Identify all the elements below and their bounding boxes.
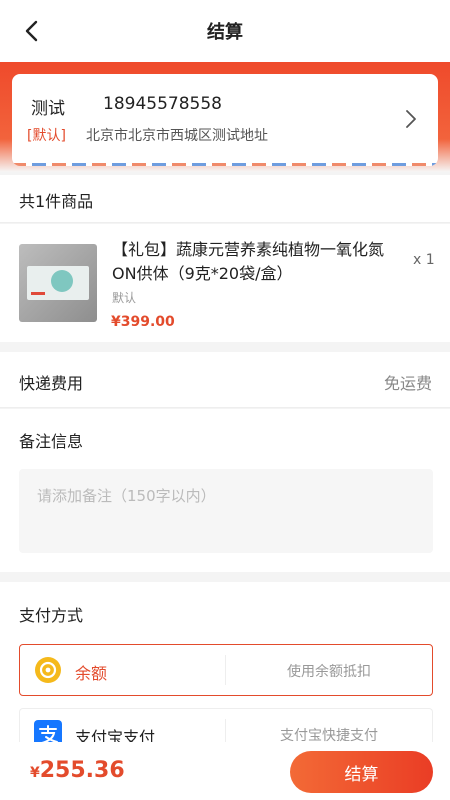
coin-icon [35,657,61,683]
product-price: ¥399.00 [111,314,175,330]
product-bar-shape [31,292,45,295]
default-tag: [默认] [27,128,66,144]
goods-item[interactable]: 【礼包】蔬康元营养素纯植物一氧化氮ON供体（9克*20袋/盒） 默认 ¥399.… [0,224,450,342]
shipping-value: 免运费 [383,374,432,393]
total-amount: 255.36 [39,758,125,783]
product-thumbnail [19,244,97,322]
order-total: ¥255.36 [30,758,125,783]
envelope-stripe [12,163,438,166]
payment-label: 支付方式 [19,606,84,625]
goods-header: 共1件商品 [0,175,450,223]
checkout-button[interactable]: 结算 [290,751,433,793]
product-name: 【礼包】蔬康元营养素纯植物一氧化氮ON供体（9克*20袋/盒） [112,240,385,283]
shipping-label: 快递费用 [19,374,84,393]
product-circle-shape [51,270,73,292]
shipping-row: 快递费用 免运费 [0,352,450,408]
goods-count: 共1件商品 [19,192,94,211]
nav-bar: 结算 [0,0,450,62]
recipient-phone: 18945578558 [103,94,222,114]
currency-symbol: ¥ [30,765,40,781]
checkout-bar: ¥255.36 结算 [0,742,450,800]
product-spec: 默认 [112,291,137,305]
product-quantity: x 1 [413,252,435,268]
payment-option-balance[interactable]: 余额 使用余额抵扣 [19,644,433,696]
chevron-right-icon [406,110,416,128]
address-detail: 北京市北京市西城区测试地址 [86,128,268,144]
page-title: 结算 [207,22,243,43]
remark-section: 备注信息 [0,409,450,572]
payment-option-name: 余额 [75,664,108,683]
remark-input[interactable] [19,469,433,553]
remark-label: 备注信息 [19,432,84,451]
payment-option-desc: 使用余额抵扣 [287,664,371,680]
address-card[interactable]: 测试 18945578558 [默认] 北京市北京市西城区测试地址 [12,74,438,166]
recipient-name: 测试 [31,99,65,119]
payment-section: 支付方式 余额 使用余额抵扣 支付宝支付 支付宝快捷支付 [0,582,450,749]
